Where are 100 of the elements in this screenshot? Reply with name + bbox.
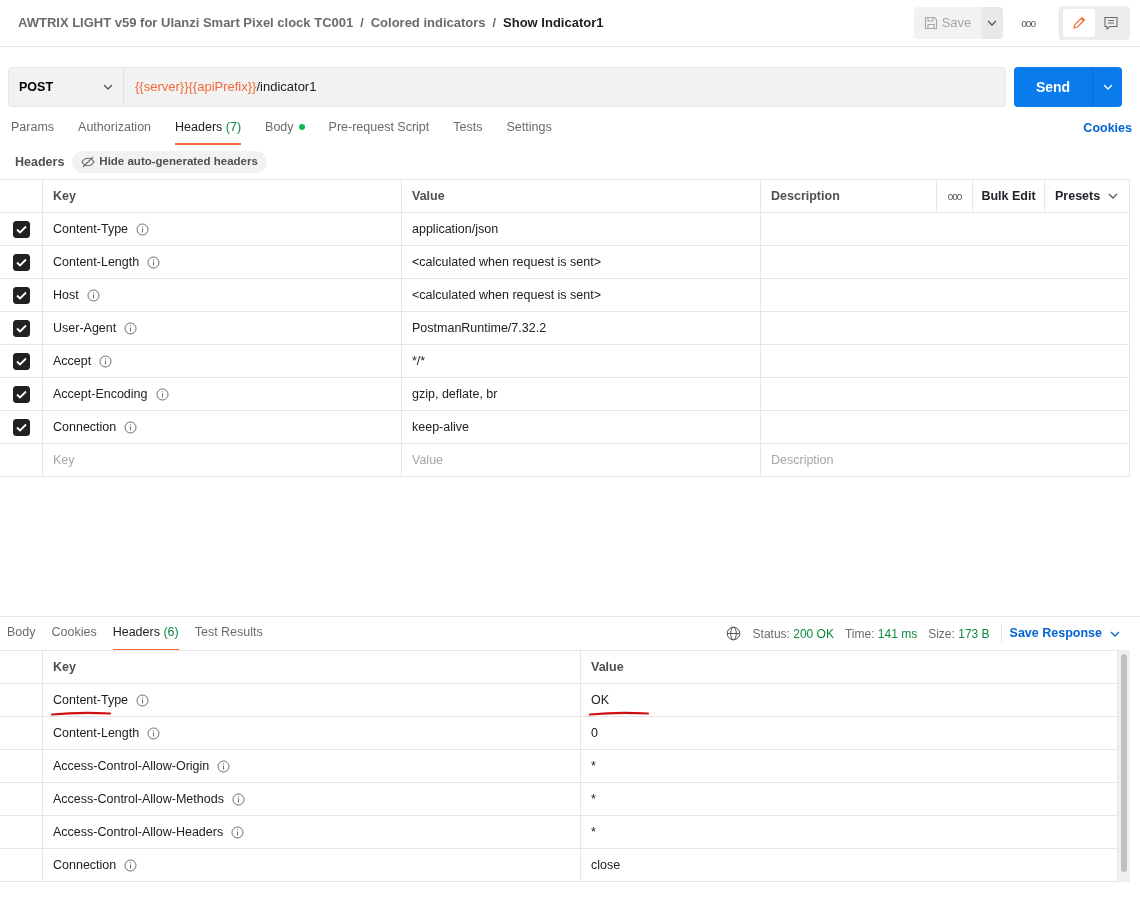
bulk-edit-button[interactable]: Bulk Edit xyxy=(981,186,1036,206)
table-cell-text: application/json xyxy=(412,220,499,238)
response-stat: Status: 200 OK xyxy=(752,625,834,643)
table-cell-text: Connection xyxy=(53,418,117,436)
checkbox[interactable] xyxy=(12,352,30,370)
table-cell-text: keep-alive xyxy=(412,418,469,436)
tab[interactable]: Pre-request Script xyxy=(328,111,430,145)
info-icon xyxy=(136,222,150,236)
caret-icon xyxy=(1102,84,1113,90)
checkbox[interactable] xyxy=(12,286,30,304)
breadcrumb-separator: / xyxy=(492,14,497,32)
column-header: Key xyxy=(43,651,581,684)
breadcrumb-link[interactable]: AWTRIX LIGHT v59 for Ulanzi Smart Pixel clock TC001 xyxy=(18,13,354,33)
table-cell: * xyxy=(591,824,596,839)
tab[interactable]: Params xyxy=(11,111,55,145)
table-cell-text: Content-Length xyxy=(53,253,140,271)
table-cell: * xyxy=(591,758,596,773)
table-cell: Content-Length xyxy=(53,725,140,740)
more-button[interactable]: ooo xyxy=(947,180,962,212)
check-icon xyxy=(15,257,27,267)
save-response-button[interactable]: Save Response xyxy=(1000,624,1120,643)
caret-icon xyxy=(103,84,113,90)
info-icon xyxy=(155,387,169,401)
info-icon xyxy=(86,288,100,302)
info-icon xyxy=(217,759,231,773)
checkbox[interactable] xyxy=(12,253,30,271)
info-icon xyxy=(136,693,150,707)
hide-headers-toggle[interactable]: Hide auto-generated headers xyxy=(72,151,267,173)
checkbox[interactable] xyxy=(12,220,30,238)
table-cell-text: Accept xyxy=(53,352,92,370)
tab[interactable]: Cookies xyxy=(51,616,97,651)
method-dropdown[interactable]: POST xyxy=(9,68,124,106)
check-icon xyxy=(15,389,27,399)
comment-icon xyxy=(1103,15,1119,31)
table-cell-text: User-Agent xyxy=(53,319,117,337)
info-icon xyxy=(99,354,113,368)
table-cell-text: PostmanRuntime/7.32.2 xyxy=(412,319,547,337)
tab[interactable]: Body xyxy=(7,616,36,651)
info-icon xyxy=(147,255,161,269)
presets-dropdown[interactable]: Presets xyxy=(1055,186,1119,206)
check-icon xyxy=(15,422,27,432)
tab[interactable]: Body xyxy=(265,111,305,145)
table-cell: * xyxy=(591,791,596,806)
info-icon xyxy=(231,825,245,839)
column-header: Value xyxy=(581,651,1118,684)
table-cell: OK xyxy=(591,692,610,707)
table-cell-text: Accept-Encoding xyxy=(53,385,148,403)
response-stat: Size: 173 B xyxy=(928,625,990,643)
breadcrumb-separator: / xyxy=(360,14,364,32)
column-header: Value xyxy=(402,180,761,213)
table-cell-text: <calculated when request is sent> xyxy=(412,253,601,271)
table-cell-text: Host xyxy=(53,286,79,304)
table-cell-text: Content-Type xyxy=(53,220,129,238)
breadcrumb-link[interactable]: Show Indicator1 xyxy=(503,13,604,33)
check-icon xyxy=(15,323,27,333)
info-icon xyxy=(147,726,161,740)
info-icon xyxy=(124,858,138,872)
table-cell-text: gzip, deflate, br xyxy=(412,385,498,403)
column-header: Description xyxy=(761,180,937,213)
table-cell: Access-Control-Allow-Headers xyxy=(53,824,224,839)
globe-icon xyxy=(725,626,741,641)
check-icon xyxy=(15,290,27,300)
column-header: Key xyxy=(43,180,402,213)
table-cell: Connection xyxy=(53,857,117,872)
save-icon xyxy=(923,16,938,30)
send-button[interactable]: Send xyxy=(1014,67,1092,107)
edit-mode-button[interactable] xyxy=(1063,9,1095,37)
tab[interactable]: Settings xyxy=(506,111,552,145)
response-stat: Time: 141 ms xyxy=(844,625,918,643)
table-cell: Access-Control-Allow-Methods xyxy=(53,791,224,806)
caret-icon xyxy=(1108,193,1119,199)
table-cell: close xyxy=(591,857,621,872)
scrollbar-thumb[interactable] xyxy=(1121,654,1127,872)
check-icon xyxy=(15,224,27,234)
info-icon xyxy=(124,420,138,434)
table-cell-text: */* xyxy=(412,352,426,370)
checkbox[interactable] xyxy=(12,319,30,337)
tab[interactable]: Tests xyxy=(453,111,483,145)
info-icon xyxy=(231,792,245,806)
url-field[interactable]: {{server}}{{apiPrefix}}/indicator1 xyxy=(124,77,328,97)
info-icon xyxy=(124,321,138,335)
cookies-link[interactable]: Cookies xyxy=(1083,118,1132,138)
check-icon xyxy=(15,356,27,366)
more-button[interactable]: ooo xyxy=(1011,7,1045,39)
checkbox[interactable] xyxy=(12,385,30,403)
table-cell-text: <calculated when request is sent> xyxy=(412,286,601,304)
pencil-icon xyxy=(1071,15,1087,31)
breadcrumb-link[interactable]: Colored indicators xyxy=(370,13,486,33)
tab[interactable]: Authorization xyxy=(78,111,152,145)
checkbox[interactable] xyxy=(12,418,30,436)
tab[interactable]: Headers (6) xyxy=(112,616,179,651)
caret-icon xyxy=(987,20,998,26)
caret-icon xyxy=(1110,630,1120,637)
table-cell: Access-Control-Allow-Origin xyxy=(53,758,210,773)
eye-slash-icon xyxy=(81,156,96,168)
tab[interactable]: Test Results xyxy=(194,616,263,651)
table-cell: 0 xyxy=(591,725,598,740)
section-title: Headers xyxy=(15,153,65,171)
tab[interactable]: Headers (7) xyxy=(175,111,242,145)
table-cell: Content-Type xyxy=(53,692,129,707)
